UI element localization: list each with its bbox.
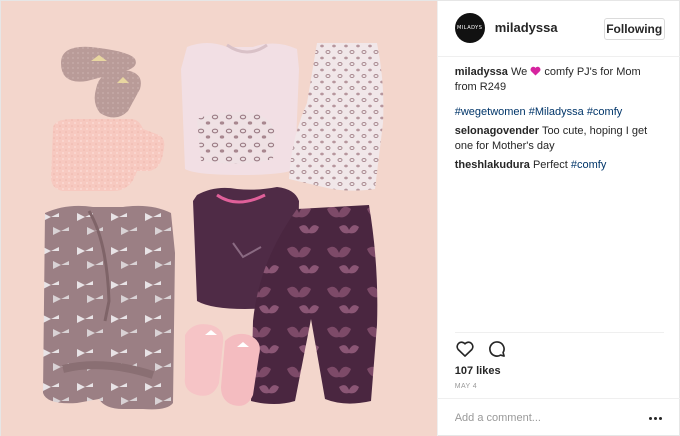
hashtag-link[interactable]: #Miladyssa [529,106,584,118]
post-date: MAY 4 [454,383,478,390]
post-sidebar: MILADYS miladyssa Following miladyssa We… [436,1,680,436]
comment-username[interactable]: theshlakudura [455,159,530,171]
comment-username[interactable]: selonagovender [455,125,539,137]
header-username[interactable]: miladyssa [495,20,558,35]
avatar-logo-text: MILADYS [457,25,483,31]
heart-outline-icon[interactable] [455,339,475,359]
butterfly-robe [43,205,175,410]
leopard-print-top [181,43,299,175]
comment-text: Perfect [532,159,568,171]
post-image[interactable] [1,1,437,436]
comment-bar [437,398,680,436]
post-caption: miladyssa We comfy PJ's for Mom from R24… [455,65,665,95]
comment-item: selonagovender Too cute, hoping I get on… [455,124,665,154]
pajama-flatlay-illustration [43,43,384,410]
hashtag-link[interactable]: #comfy [571,159,606,171]
post-header: MILADYS miladyssa Following [437,1,680,57]
following-button[interactable]: Following [603,18,665,40]
post-actions [455,339,507,361]
hashtag-link[interactable]: #comfy [587,106,622,118]
hashtag-line: #wegetwomen #Miladyssa #comfy [455,105,665,120]
comment-input[interactable] [454,408,635,428]
purple-heart-icon [530,66,541,76]
comments-section: miladyssa We comfy PJ's for Mom from R24… [455,65,665,177]
brown-slipper-socks [61,46,141,118]
divider [454,332,664,333]
pink-ankle-socks [184,324,260,406]
comment-item: theshlakudura Perfect #comfy [455,158,665,173]
ellipsis-icon[interactable] [646,409,666,427]
likes-count[interactable]: 107 likes [455,365,501,377]
hashtag-link[interactable]: #wegetwomen [455,106,526,118]
speech-bubble-icon[interactable] [487,339,507,359]
caption-text-before: We [510,66,528,78]
avatar[interactable]: MILADYS [454,13,485,43]
caption-username[interactable]: miladyssa [455,66,508,78]
leopard-print-trousers [289,43,384,191]
instagram-post: MILADYS miladyssa Following miladyssa We… [0,0,680,436]
pink-hot-water-bottle [51,119,165,191]
